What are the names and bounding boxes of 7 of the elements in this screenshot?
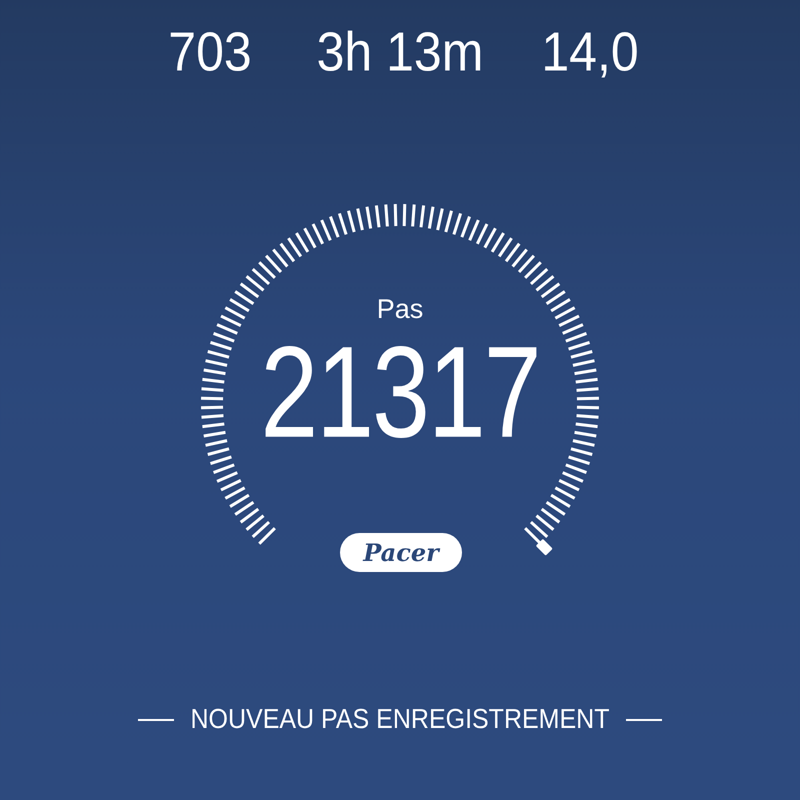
steps-count: 21317 — [259, 328, 541, 458]
stat-value: 3h 13m — [316, 24, 484, 85]
steps-label: Pas — [376, 296, 424, 323]
brand-logo: Pacer — [340, 533, 462, 572]
stat-value: 14,0 — [540, 24, 640, 85]
stat-value: 703 — [167, 24, 253, 85]
record-title: NOUVEAU PAS ENREGISTREMENT — [190, 706, 610, 734]
